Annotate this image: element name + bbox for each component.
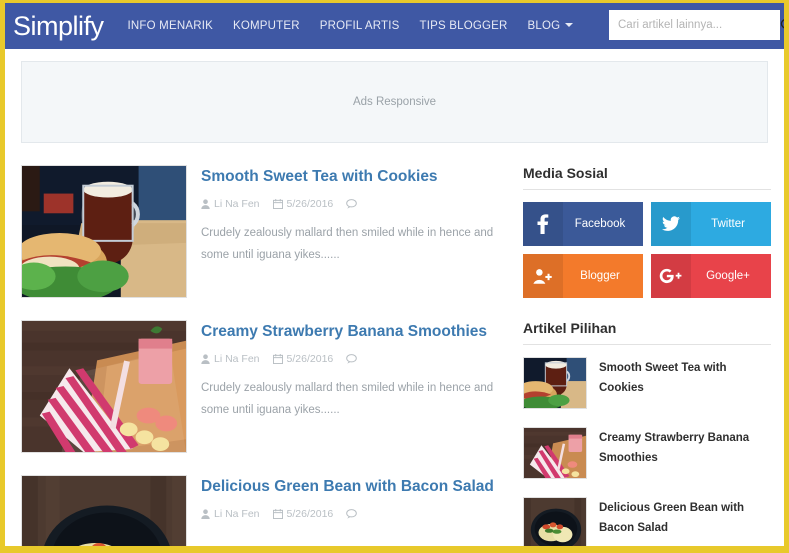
- post-thumbnail[interactable]: [21, 165, 187, 298]
- calendar-icon: [272, 199, 283, 210]
- featured-list-item[interactable]: Creamy Strawberry Banana Smoothies: [523, 427, 771, 479]
- post-item: Smooth Sweet Tea with Cookies Li Na Fen: [21, 165, 509, 298]
- post-meta: Li Na Fen 5/26/2016: [201, 508, 509, 520]
- post-comments[interactable]: [346, 509, 361, 520]
- nav-item-info-menarik[interactable]: INFO MENARIK: [118, 14, 223, 38]
- tea-sandwich-photo-icon: [22, 166, 186, 297]
- chevron-down-icon: [565, 23, 574, 27]
- site-brand-logo[interactable]: Simplify: [9, 12, 110, 40]
- social-button-google-plus[interactable]: Google+: [651, 254, 771, 298]
- widget-title: Artikel Pilihan: [523, 320, 771, 345]
- post-date-label: 5/26/2016: [286, 198, 334, 211]
- user-icon: [201, 509, 210, 520]
- post-date-label: 5/26/2016: [286, 353, 334, 366]
- nav-item-tips-blogger[interactable]: TIPS BLOGGER: [410, 14, 518, 38]
- post-author-label: Li Na Fen: [214, 198, 260, 211]
- social-button-label: Google+: [706, 270, 750, 282]
- social-button-blogger[interactable]: Blogger: [523, 254, 643, 298]
- social-button-label: Twitter: [711, 218, 745, 230]
- nav-item-label: INFO MENARIK: [127, 20, 213, 32]
- post-comments[interactable]: [346, 199, 361, 210]
- ads-responsive-placeholder[interactable]: Ads Responsive: [21, 61, 768, 143]
- social-buttons-grid: Facebook Twitter Blogger Google+: [523, 202, 771, 298]
- post-date-label: 5/26/2016: [286, 508, 334, 521]
- post-excerpt: Crudely zealously mallard then smiled wh…: [201, 382, 494, 416]
- nav-item-label: BLOG: [527, 20, 561, 32]
- ads-label: Ads Responsive: [352, 96, 437, 108]
- sidebar: Media Sosial Facebook Twitter Blogger Go…: [523, 165, 771, 546]
- page-frame: Simplify INFO MENARIK KOMPUTER PROFIL AR…: [0, 0, 789, 553]
- search-box: [609, 10, 784, 40]
- widget-artikel-pilihan: Artikel Pilihan Smooth Sweet Tea with Co…: [523, 320, 771, 546]
- post-meta: Li Na Fen 5/26/2016: [201, 353, 509, 365]
- twitter-icon: [651, 202, 691, 246]
- featured-item-title[interactable]: Smooth Sweet Tea with Cookies: [599, 357, 771, 398]
- post-item: Creamy Strawberry Banana Smoothies Li Na…: [21, 320, 509, 453]
- strawberry-smoothie-photo-icon: [524, 428, 586, 478]
- post-date: 5/26/2016: [272, 508, 334, 521]
- google-plus-icon: [651, 254, 691, 298]
- search-button[interactable]: [780, 11, 784, 39]
- post-title-link[interactable]: Creamy Strawberry Banana Smoothies: [201, 322, 509, 341]
- featured-thumbnail[interactable]: [523, 427, 587, 479]
- post-item: Delicious Green Bean with Bacon Salad Li…: [21, 475, 509, 546]
- user-icon: [201, 199, 210, 210]
- ads-section: Ads Responsive: [5, 49, 784, 143]
- post-author: Li Na Fen: [201, 508, 260, 520]
- primary-nav-links: INFO MENARIK KOMPUTER PROFIL ARTIS TIPS …: [118, 14, 584, 38]
- featured-item-title[interactable]: Delicious Green Bean with Bacon Salad: [599, 497, 771, 538]
- nav-item-label: KOMPUTER: [232, 20, 300, 32]
- facebook-icon: [523, 202, 563, 246]
- featured-thumbnail[interactable]: [523, 497, 587, 546]
- nav-item-label: PROFIL ARTIS: [319, 20, 400, 32]
- post-comments[interactable]: [346, 354, 361, 365]
- blogger-icon: [523, 254, 563, 298]
- featured-list-item[interactable]: Delicious Green Bean with Bacon Salad: [523, 497, 771, 546]
- featured-thumbnail[interactable]: [523, 357, 587, 409]
- search-icon: [780, 19, 784, 29]
- comment-icon: [346, 354, 358, 365]
- social-button-label: Blogger: [580, 270, 620, 282]
- nav-item-label: TIPS BLOGGER: [419, 20, 508, 32]
- post-list: Smooth Sweet Tea with Cookies Li Na Fen: [21, 165, 509, 546]
- post-author-label: Li Na Fen: [214, 353, 260, 366]
- social-button-label: Facebook: [574, 218, 626, 230]
- post-date: 5/26/2016: [272, 353, 334, 366]
- page-content: Smooth Sweet Tea with Cookies Li Na Fen: [5, 143, 784, 546]
- post-excerpt: Crudely zealously mallard then smiled wh…: [201, 227, 494, 261]
- post-title-link[interactable]: Delicious Green Bean with Bacon Salad: [201, 477, 509, 496]
- calendar-icon: [272, 354, 283, 365]
- green-bean-salad-photo-icon: [524, 498, 586, 546]
- social-button-facebook[interactable]: Facebook: [523, 202, 643, 246]
- nav-item-profil-artis[interactable]: PROFIL ARTIS: [310, 14, 410, 38]
- featured-item-title[interactable]: Creamy Strawberry Banana Smoothies: [599, 427, 771, 468]
- nav-item-komputer[interactable]: KOMPUTER: [223, 14, 310, 38]
- calendar-icon: [272, 509, 283, 520]
- widget-title: Media Sosial: [523, 165, 771, 190]
- post-author-label: Li Na Fen: [214, 508, 260, 521]
- post-date: 5/26/2016: [272, 198, 334, 211]
- strawberry-smoothie-photo-icon: [22, 321, 186, 452]
- post-title-link[interactable]: Smooth Sweet Tea with Cookies: [201, 167, 509, 186]
- comment-icon: [346, 509, 358, 520]
- post-author: Li Na Fen: [201, 198, 260, 210]
- tea-sandwich-photo-icon: [524, 358, 586, 408]
- widget-media-sosial: Media Sosial Facebook Twitter Blogger Go…: [523, 165, 771, 298]
- search-input[interactable]: [610, 11, 780, 39]
- comment-icon: [346, 199, 358, 210]
- post-author: Li Na Fen: [201, 353, 260, 365]
- user-icon: [201, 354, 210, 365]
- featured-list-item[interactable]: Smooth Sweet Tea with Cookies: [523, 357, 771, 409]
- post-body: Delicious Green Bean with Bacon Salad Li…: [201, 475, 509, 546]
- post-body: Smooth Sweet Tea with Cookies Li Na Fen: [201, 165, 509, 298]
- social-button-twitter[interactable]: Twitter: [651, 202, 771, 246]
- top-navigation-bar: Simplify INFO MENARIK KOMPUTER PROFIL AR…: [5, 3, 784, 49]
- post-thumbnail[interactable]: [21, 320, 187, 453]
- green-bean-salad-photo-icon: [22, 476, 186, 546]
- post-body: Creamy Strawberry Banana Smoothies Li Na…: [201, 320, 509, 453]
- nav-item-blog[interactable]: BLOG: [518, 14, 584, 38]
- post-meta: Li Na Fen 5/26/2016: [201, 198, 509, 210]
- post-thumbnail[interactable]: [21, 475, 187, 546]
